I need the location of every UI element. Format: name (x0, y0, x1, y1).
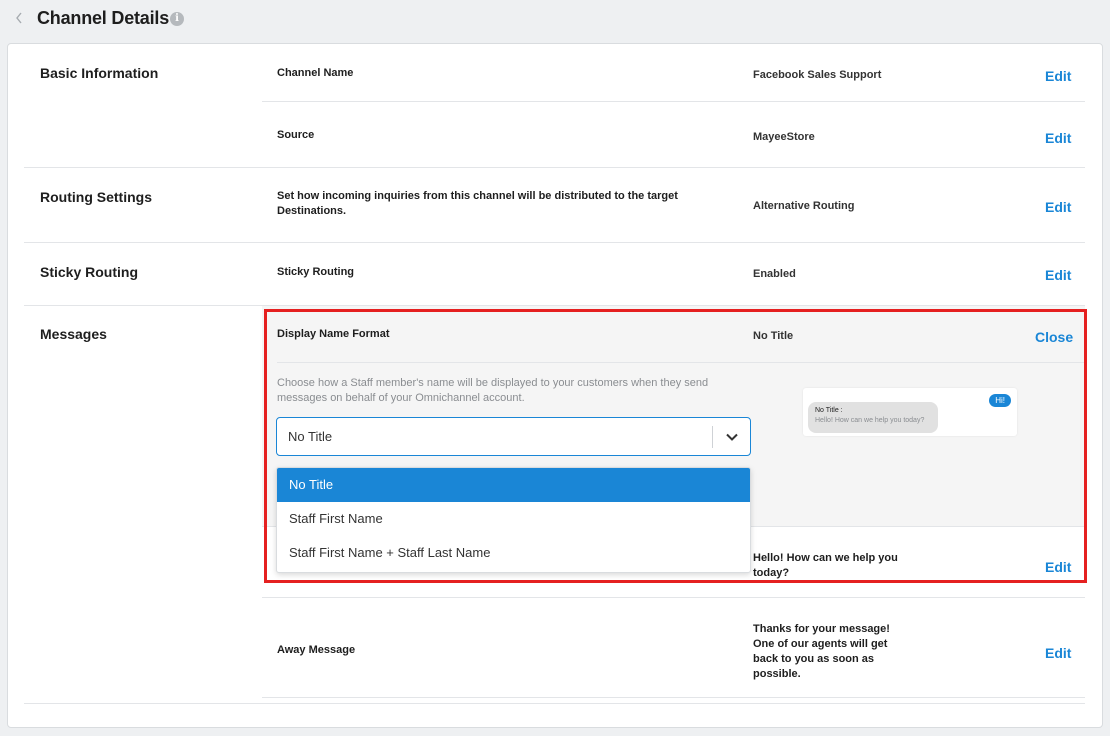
section-title-basic-information: Basic Information (40, 65, 159, 81)
away-message-line2: One of our agents will get (753, 638, 888, 650)
away-message-line3: back to you as soon as (753, 653, 875, 665)
dropdown-option-staff-first-name[interactable]: Staff First Name (277, 502, 750, 536)
away-message-line1: Thanks for your message! (753, 623, 890, 635)
edit-greeting-button[interactable]: Edit (1045, 559, 1071, 575)
away-message-label: Away Message (277, 644, 356, 656)
display-name-format-dropdown: No Title Staff First Name Staff First Na… (276, 467, 751, 573)
display-name-format-select[interactable]: No Title (276, 417, 751, 456)
edit-source-button[interactable]: Edit (1045, 130, 1071, 146)
sticky-routing-label: Sticky Routing (277, 266, 355, 278)
channel-name-value: Facebook Sales Support (753, 69, 882, 81)
chevron-left-icon[interactable] (14, 10, 28, 28)
section-title-sticky-routing: Sticky Routing (40, 264, 139, 280)
dropdown-option-staff-full-name[interactable]: Staff First Name + Staff Last Name (277, 536, 750, 570)
section-title-messages: Messages (40, 326, 107, 342)
display-name-help-text: Choose how a Staff member's name will be… (277, 376, 747, 406)
divider (24, 167, 1085, 168)
routing-description-line1: Set how incoming inquiries from this cha… (277, 190, 678, 202)
greeting-value-line1: Hello! How can we help you (753, 552, 898, 564)
preview-staff-bubble: No Title : Hello! How can we help you to… (808, 402, 938, 433)
preview-staff-text: Hello! How can we help you today? (815, 417, 925, 424)
close-button[interactable]: Close (1035, 329, 1073, 345)
routing-value: Alternative Routing (753, 200, 855, 212)
edit-sticky-routing-button[interactable]: Edit (1045, 267, 1071, 283)
message-preview: Hi! No Title : Hello! How can we help yo… (803, 388, 1017, 436)
dropdown-option-no-title[interactable]: No Title (277, 468, 750, 502)
select-current-value: No Title (288, 429, 333, 444)
divider (24, 242, 1085, 243)
page-title: Channel Details (37, 8, 170, 28)
greeting-value-line2: today? (753, 567, 790, 579)
divider (262, 101, 1085, 102)
divider (262, 697, 1085, 698)
chevron-down-icon[interactable] (724, 429, 740, 445)
channel-name-label: Channel Name (277, 67, 354, 79)
sticky-routing-value: Enabled (753, 268, 796, 280)
preview-customer-bubble: Hi! (989, 394, 1011, 407)
page-header: Channel Details i (0, 0, 1110, 40)
source-value: MayeeStore (753, 131, 815, 143)
routing-description-line2: Destinations. (277, 205, 347, 217)
away-message-line4: possible. (753, 668, 801, 680)
edit-routing-button[interactable]: Edit (1045, 199, 1071, 215)
help-text-line1: Choose how a Staff member's name will be… (277, 377, 709, 389)
divider (262, 597, 1085, 598)
edit-away-message-button[interactable]: Edit (1045, 645, 1071, 661)
preview-staff-name: No Title : (815, 407, 843, 414)
divider (277, 362, 1085, 363)
select-separator (712, 426, 713, 448)
display-name-format-value: No Title (753, 330, 794, 342)
display-name-format-label: Display Name Format (277, 328, 390, 340)
divider (24, 703, 1085, 704)
help-text-line2: messages on behalf of your Omnichannel a… (277, 392, 525, 404)
section-title-routing-settings: Routing Settings (40, 189, 152, 205)
edit-channel-name-button[interactable]: Edit (1045, 68, 1071, 84)
source-label: Source (277, 129, 315, 141)
channel-details-card: Basic Information Channel Name Facebook … (7, 43, 1103, 728)
info-icon[interactable]: i (170, 12, 184, 26)
